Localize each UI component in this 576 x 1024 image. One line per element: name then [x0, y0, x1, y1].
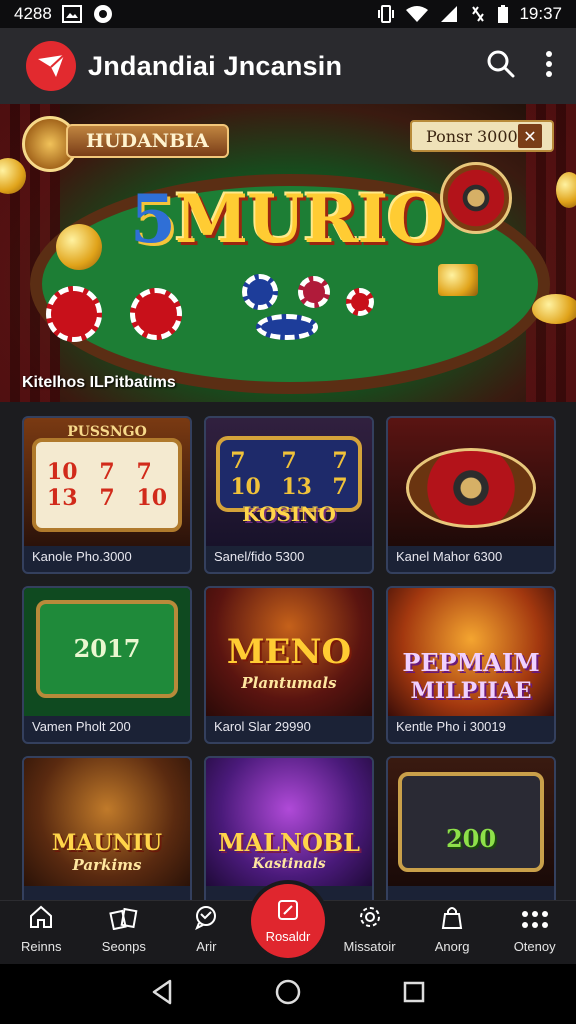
nav-item-featured[interactable]: Rosaldr [250, 884, 325, 958]
nav-label: Reinns [21, 939, 62, 954]
square-icon [276, 898, 300, 925]
chip-icon [242, 274, 278, 310]
card-label: Kanole Pho.3000 [32, 549, 132, 564]
grid-dots-icon [521, 910, 549, 933]
nav-label: Otenoy [513, 939, 556, 954]
nav-label: Anorg [434, 939, 470, 954]
system-nav-bar [0, 964, 576, 1024]
hero-title-word: MURIO [174, 180, 445, 258]
chat-icon [193, 904, 219, 933]
game-grid: 10 13 7 7 7 10 PUSSNGO Kanole Pho.3000 7 10 7 13… [22, 416, 556, 914]
wifi-icon [405, 5, 429, 23]
nav-label: Rosaldr [265, 929, 311, 944]
card-art: 2017 [24, 588, 190, 716]
chip-icon [298, 276, 330, 308]
game-card[interactable]: Kanel Mahor 6300 [386, 416, 556, 574]
game-card[interactable]: MAUNIU Parkims [22, 756, 192, 914]
game-card[interactable]: 10 13 7 7 7 10 PUSSNGO Kanole Pho.3000 [22, 416, 192, 574]
nav-item-settings[interactable]: Missatoir [332, 904, 408, 954]
hero-title: 5MURIO [130, 180, 445, 258]
nav-label: Arir [196, 939, 217, 954]
game-card[interactable]: MENO Plantumals Karol Slar 29990 [204, 586, 374, 744]
hero-ribbon: HUDANBIA [66, 124, 229, 158]
card-label: Kentle Pho i 30019 [396, 719, 506, 734]
card-art: 10 13 7 7 7 10 PUSSNGO [24, 418, 190, 546]
recents-icon[interactable] [402, 980, 426, 1009]
coin-icon [56, 224, 102, 270]
card-art-title: MAUNIU [51, 830, 163, 856]
game-card[interactable]: 200 [386, 756, 556, 914]
roulette-icon [440, 162, 512, 234]
hero-banner[interactable]: HUDANBIA 5MURIO Ponsr 3000 ✕ Kitelhos IL… [0, 104, 576, 402]
card-art-title: PUSSNGO [67, 424, 147, 440]
card-art-subtitle: Plantumals [241, 674, 337, 692]
card-art-title: MENO [226, 632, 352, 672]
card-art: 200 [388, 758, 554, 886]
home-icon [28, 904, 54, 933]
hero-caption: Kitelhos ILPitbatims [22, 374, 176, 391]
hero-title-number: 5 [130, 180, 176, 258]
coin-icon [532, 294, 576, 324]
nav-item-games[interactable]: Seonps [86, 904, 162, 954]
bag-icon [440, 904, 464, 933]
nav-label: Seonps [101, 939, 146, 954]
card-art: MALNOBL Kastinals [206, 758, 372, 886]
chip-icon [130, 288, 182, 340]
card-art: 7 10 7 13 7 7 KOSINO [206, 418, 372, 546]
card-art: MAUNIU Parkims [24, 758, 190, 886]
status-left-text: 4288 [14, 4, 52, 23]
bottom-nav: Reinns Seonps Arir Rosaldr Missatoir Ano… [0, 884, 576, 964]
gold-bar-icon [438, 264, 478, 296]
card-art-subtitle: Parkims [72, 856, 142, 874]
card-art [388, 418, 554, 546]
game-card[interactable]: PEPMAIM MILPIIAE Kentle Pho i 30019 [386, 586, 556, 744]
app-bar: Jndandiai Jncansin [0, 28, 576, 104]
nav-item-chat[interactable]: Arir [168, 904, 244, 954]
vibrate-icon [377, 4, 395, 24]
battery-icon [497, 4, 509, 24]
chip-stack-icon [256, 314, 318, 340]
image-icon [61, 5, 82, 23]
card-art: MENO Plantumals [206, 588, 372, 716]
card-label: Vamen Pholt 200 [32, 719, 131, 734]
gear-icon [357, 904, 383, 933]
app-logo[interactable] [26, 41, 76, 91]
hero-price-text: Ponsr 3000 [426, 126, 518, 146]
chip-icon [346, 288, 374, 316]
nav-label: Missatoir [343, 939, 396, 954]
card-label: Sanel/fido 5300 [214, 549, 305, 564]
game-card[interactable]: 7 10 7 13 7 7 KOSINO Sanel/fido 5300 [204, 416, 374, 574]
card-art-title: MALNOBL [217, 828, 361, 857]
signal-icon [439, 5, 459, 23]
hero-price-tag: Ponsr 3000 ✕ [410, 120, 554, 152]
back-icon[interactable] [150, 979, 174, 1010]
nav-item-home[interactable]: Reinns [3, 904, 79, 954]
data-icon [469, 5, 487, 23]
chip-icon [46, 286, 102, 342]
nav-item-bag[interactable]: Anorg [414, 904, 490, 954]
close-icon[interactable]: ✕ [518, 124, 542, 148]
card-art-subtitle: MILPIIAE [410, 678, 532, 704]
roulette-icon [406, 448, 536, 528]
home-circle-icon[interactable] [274, 978, 302, 1011]
status-bar: 4288 19:37 [0, 0, 576, 28]
game-card[interactable]: 2017 Vamen Pholt 200 [22, 586, 192, 744]
record-icon [92, 3, 114, 25]
card-art-subtitle: Kastinals [252, 856, 326, 872]
coin-icon [556, 172, 576, 208]
search-icon[interactable] [486, 49, 516, 84]
card-art-title: PEPMAIM [402, 648, 540, 677]
card-art-title: 200 [445, 824, 497, 853]
more-vert-icon[interactable] [544, 50, 554, 83]
card-label: Kanel Mahor 6300 [396, 549, 503, 564]
card-art-title: KOSINO [242, 502, 336, 526]
card-art: PEPMAIM MILPIIAE [388, 588, 554, 716]
card-label: Karol Slar 29990 [214, 719, 311, 734]
card-art-title: 2017 [73, 634, 141, 663]
nav-item-more[interactable]: Otenoy [497, 910, 573, 954]
app-title: Jndandiai Jncansin [88, 50, 343, 81]
cards-icon [109, 904, 139, 933]
status-time: 19:37 [519, 4, 562, 23]
